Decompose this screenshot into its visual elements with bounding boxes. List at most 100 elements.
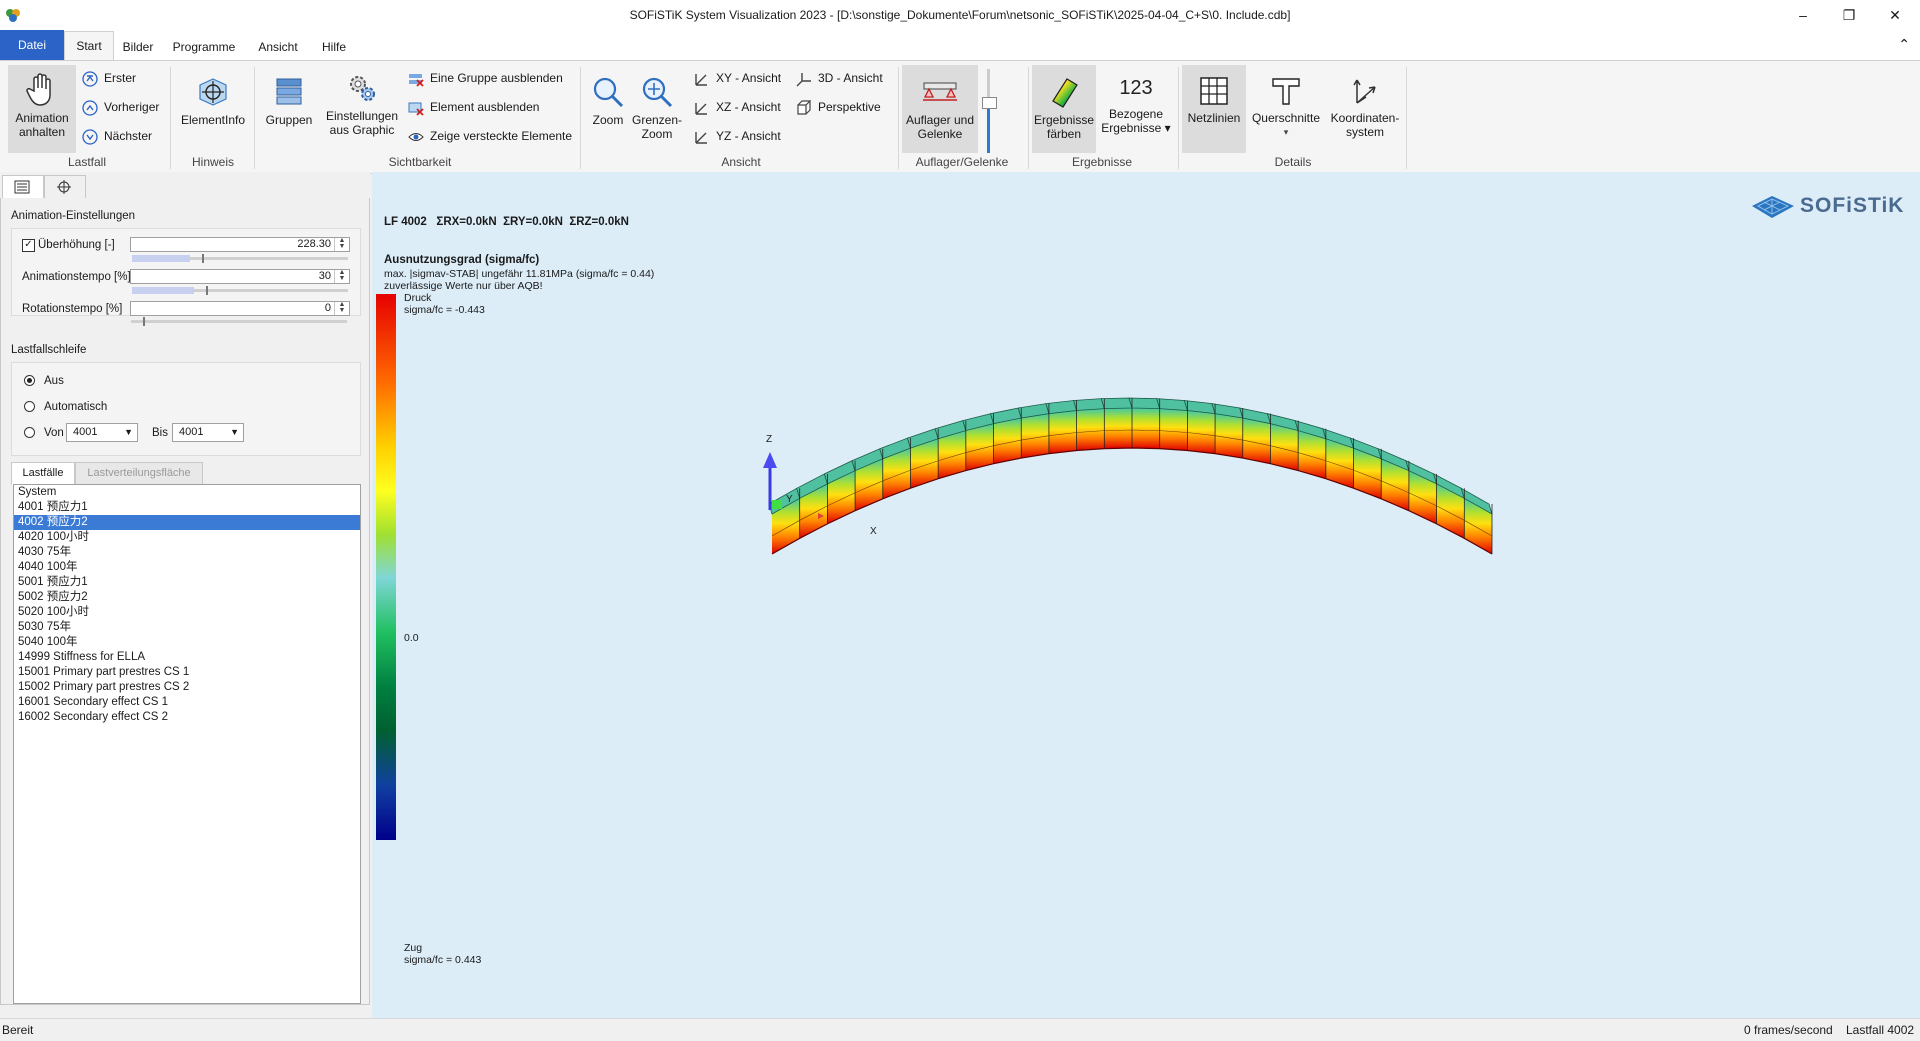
title-bar: SOFiSTiK System Visualization 2023 - [D:… [0,0,1920,30]
xy-ansicht-button[interactable]: XY - Ansicht [694,67,781,89]
tab-settings[interactable] [2,175,44,198]
loadcase-item[interactable]: 4002 预应力2 [14,515,360,530]
supports-scale-slider[interactable] [982,69,997,153]
hide-group-icon [409,73,424,87]
tab-view[interactable] [44,175,86,198]
xz-ansicht-label: XZ - Ansicht [716,100,781,114]
beam-segment [965,423,994,471]
erster-button[interactable]: Erster [82,67,136,89]
animationstempo-slider[interactable] [132,286,348,295]
spin-arrows-icon[interactable]: ▲ ▼ [334,301,349,315]
menu-start[interactable]: Start [64,31,114,61]
rotationstempo-input[interactable]: 0 ▲ ▼ [130,301,350,316]
perspektive-label: Perspektive [818,100,881,114]
zoom-button[interactable]: Zoom [586,65,630,153]
bezogene-ergebnisse-button[interactable]: 123 Bezogene Ergebnisse ▾ [1100,65,1172,153]
rotationstempo-slider[interactable] [131,317,347,326]
tab-lastfaelle[interactable]: Lastfälle [11,462,75,485]
status-frames: 0 frames/second [1744,1023,1833,1037]
loadcase-item[interactable]: 16001 Secondary effect CS 1 [14,695,360,710]
collapse-ribbon-icon[interactable]: ⌃ [1898,36,1910,53]
loadcase-item[interactable]: 5040 100年 [14,635,360,650]
3d-ansicht-button[interactable]: 3D - Ansicht [796,67,883,89]
loadcase-item[interactable]: 4030 75年 [14,545,360,560]
supports-icon [923,82,957,101]
loadcase-item[interactable]: System [14,485,360,500]
querschnitte-dropdown-icon[interactable]: ▾ [1250,125,1322,139]
animation-stop-button[interactable]: Animation anhalten [8,65,76,153]
menu-datei[interactable]: Datei [0,30,64,60]
loadcase-item[interactable]: 5020 100小时 [14,605,360,620]
status-ready: Bereit [2,1023,34,1037]
tab-lastverteilungsflaeche[interactable]: Lastverteilungsfläche [75,462,203,485]
elementinfo-button[interactable]: ElementInfo [176,65,250,153]
ergebnisse-faerben-button[interactable]: Ergebnisse färben [1032,65,1096,153]
hide-element-icon [408,102,424,116]
group-label-ergebnisse: Ergebnisse [1071,155,1133,169]
y-axis-label: Y [786,494,793,505]
element-ausblenden-button[interactable]: Element ausblenden [408,96,539,118]
panel-body: Animation-Einstellungen ✓ Überhöhung [-]… [0,198,370,1005]
naechster-button[interactable]: Nächster [82,125,152,147]
arch-beam-model[interactable] [372,172,1920,1018]
von-select[interactable]: 4001 ▼ [66,423,138,442]
loadcase-item[interactable]: 5030 75年 [14,620,360,635]
z-axis-label: Z [766,434,773,445]
spin-arrows-icon[interactable]: ▲ ▼ [334,269,349,283]
animationstempo-value: 30 [318,270,331,282]
loadcase-item[interactable]: 5001 预应力1 [14,575,360,590]
querschnitte-button[interactable]: Querschnitte ▾ [1250,65,1322,153]
ueberhoehung-label: Überhöhung [-] [38,239,115,251]
spin-arrows-icon[interactable]: ▲ ▼ [334,237,349,251]
radio-von[interactable] [24,427,35,438]
radio-automatisch[interactable] [24,401,35,412]
beam-top-face [1156,398,1188,411]
radio-automatisch-label: Automatisch [44,401,108,413]
eine-gruppe-ausblenden-button[interactable]: Eine Gruppe ausblenden [408,67,563,89]
graphic-viewport[interactable]: SOFiSTiK LF 4002 ΣRX=0.0kN ΣRY=0.0kN ΣRZ… [372,172,1920,1018]
loadcase-item[interactable]: 5002 预应力2 [14,590,360,605]
ueberhoehung-value: 228.30 [297,238,331,250]
beam-segment [1048,410,1077,454]
zeige-versteckte-button[interactable]: Zeige versteckte Elemente [408,125,572,147]
koordinatensystem-button[interactable]: Koordinaten- system [1326,65,1404,153]
restore-button[interactable]: ❐ [1826,0,1872,30]
3d-view-icon [796,72,811,87]
minimize-button[interactable]: – [1780,0,1826,30]
bis-select[interactable]: 4001 ▼ [172,423,244,442]
cross-section-icon [1272,78,1300,105]
beam-segment [1021,413,1049,459]
auflager-gelenke-button[interactable]: Auflager und Gelenke [902,65,978,153]
elementinfo-label: ElementInfo [180,113,246,127]
left-panel: Animation-Einstellungen ✓ Überhöhung [-]… [0,172,370,1018]
perspektive-button[interactable]: Perspektive [796,96,881,118]
loadcase-item[interactable]: 15001 Primary part prestres CS 1 [14,665,360,680]
ueberhoehung-input[interactable]: 228.30 ▲ ▼ [130,237,350,252]
loadcase-item[interactable]: 4040 100年 [14,560,360,575]
crosshair-icon [57,180,71,194]
grenzen-zoom-button[interactable]: Grenzen- Zoom [632,65,682,153]
ueberhoehung-checkbox[interactable]: ✓ [22,239,35,252]
einstellungen-graphic-button[interactable]: Einstellungen aus Graphic [322,65,402,153]
close-button[interactable]: ✕ [1872,0,1918,30]
loadcase-item[interactable]: 16002 Secondary effect CS 2 [14,710,360,725]
ueberhoehung-slider[interactable] [132,254,348,263]
animationstempo-input[interactable]: 30 ▲ ▼ [130,269,350,284]
xz-ansicht-button[interactable]: XZ - Ansicht [694,96,781,118]
vorheriger-button[interactable]: Vorheriger [82,96,159,118]
radio-aus[interactable] [24,375,35,386]
status-bar: Bereit 0 frames/second Lastfall 4002 [0,1018,1920,1041]
loadcase-item[interactable]: 14999 Stiffness for ELLA [14,650,360,665]
netzlinien-button[interactable]: Netzlinien [1182,65,1246,153]
loadcase-item[interactable]: 15002 Primary part prestres CS 2 [14,680,360,695]
menu-bilder[interactable]: Bilder [118,35,158,59]
menu-hilfe[interactable]: Hilfe [314,35,354,59]
gruppen-button[interactable]: Gruppen [260,65,318,153]
ribbon-separator [580,67,581,169]
menu-ansicht[interactable]: Ansicht [250,35,306,59]
loadcase-list[interactable]: System 4001 预应力1 4002 预应力2 4020 100小时 4030 7… [13,484,361,1004]
yz-ansicht-button[interactable]: YZ - Ansicht [694,125,781,147]
loadcase-item[interactable]: 4001 预应力1 [14,500,360,515]
loadcase-item[interactable]: 4020 100小时 [14,530,360,545]
menu-programme[interactable]: Programme [168,35,240,59]
